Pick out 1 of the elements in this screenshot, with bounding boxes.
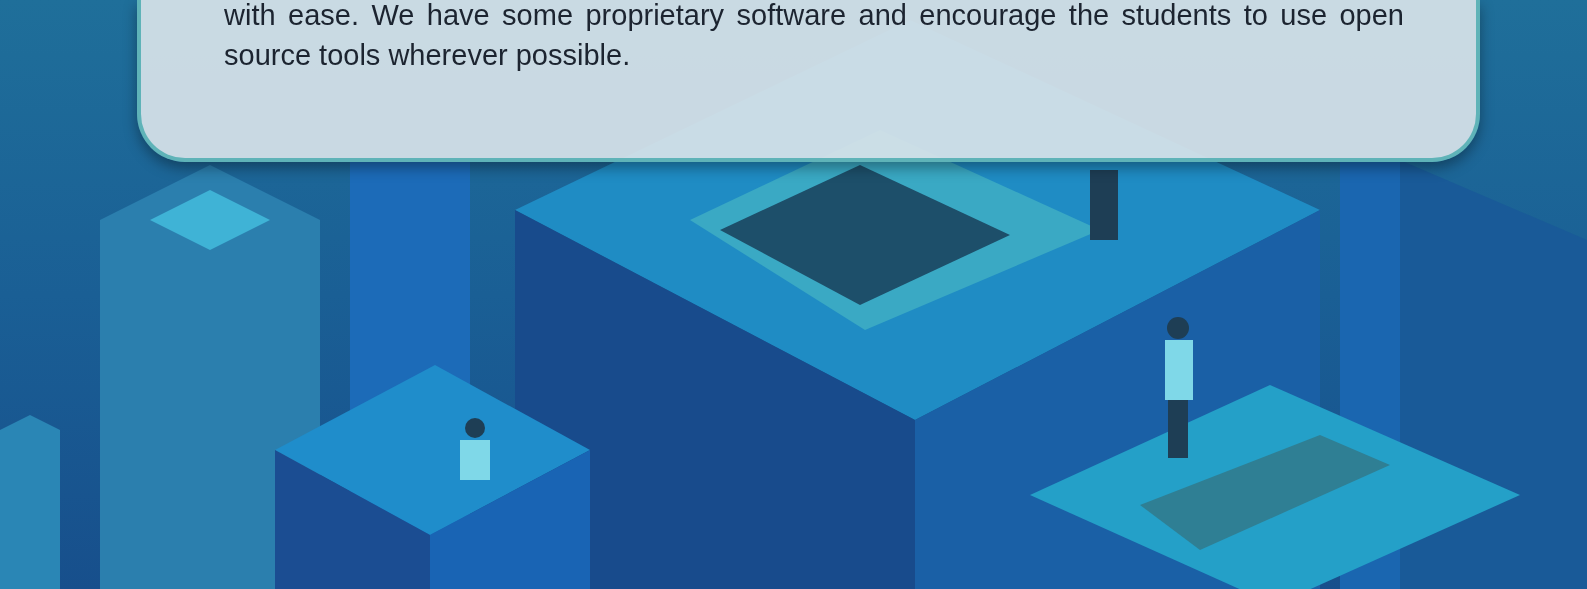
description-text: with ease. We have some proprietary software and encourage the students to use open source tools wherever possible. [224,0,1404,73]
